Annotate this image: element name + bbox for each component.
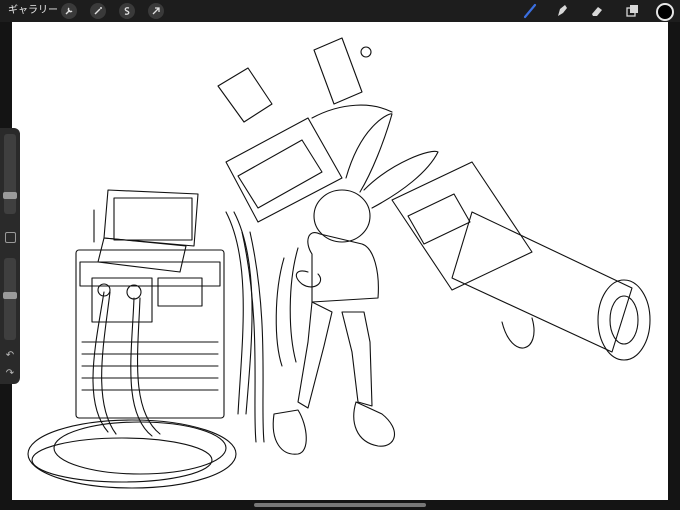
cannon-barrel (451, 211, 633, 353)
character-torso (307, 232, 379, 303)
brush-size-knob[interactable] (3, 192, 17, 199)
brush-icon[interactable] (521, 3, 539, 19)
transform-arrow-icon[interactable] (148, 3, 164, 19)
wrench-icon[interactable] (61, 3, 77, 19)
undo-icon[interactable]: ↶ (4, 350, 16, 362)
brush-size-slider[interactable] (3, 134, 17, 214)
canister-left (217, 67, 273, 123)
cannon-block (225, 117, 343, 223)
boot-right (353, 401, 395, 447)
opacity-knob[interactable] (3, 292, 17, 299)
eraser-icon[interactable] (588, 3, 606, 19)
drawing-canvas[interactable] (12, 22, 668, 500)
top-toolbar: ギャラリー (0, 0, 680, 22)
line-art (27, 37, 651, 489)
gallery-button[interactable]: ギャラリー (8, 3, 58, 19)
boot-left (272, 409, 307, 455)
canister-top (313, 37, 363, 105)
left-sidebar: ↶ ↷ (0, 128, 20, 384)
welder-body (75, 249, 225, 419)
opacity-slider[interactable] (3, 258, 17, 340)
smudge-icon[interactable] (553, 3, 571, 19)
home-indicator (254, 503, 426, 507)
magic-wand-icon[interactable] (90, 3, 106, 19)
layers-icon[interactable] (623, 3, 641, 19)
square-modify-icon[interactable] (5, 232, 16, 243)
selection-s-icon[interactable] (119, 3, 135, 19)
redo-icon[interactable]: ↷ (4, 368, 16, 380)
color-picker-button[interactable] (656, 3, 674, 21)
